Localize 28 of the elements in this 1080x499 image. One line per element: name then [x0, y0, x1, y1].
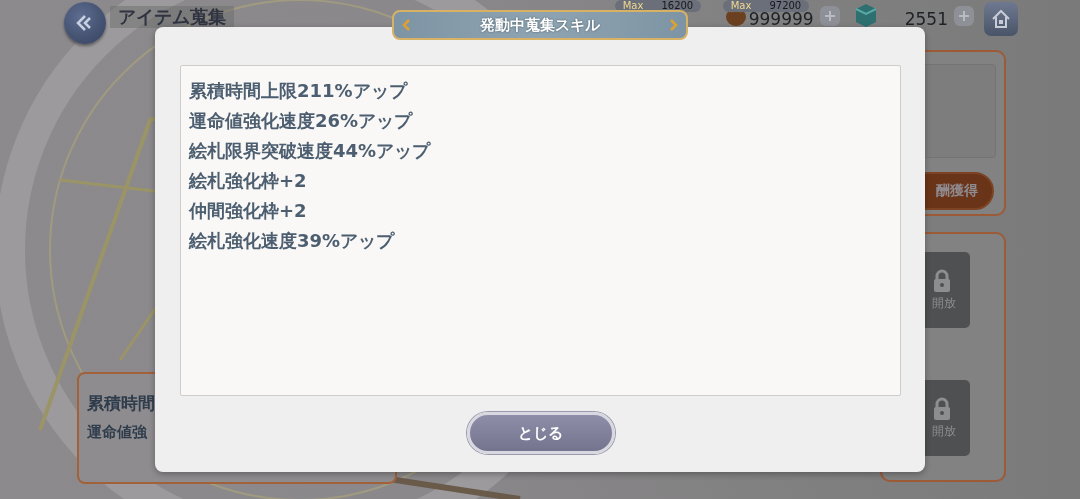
dialog-title: 発動中蒐集スキル: [392, 10, 688, 40]
skill-line: 仲間強化枠+2: [189, 199, 308, 223]
skill-line: 絵札限界突破速度44%アップ: [189, 139, 432, 163]
back-button[interactable]: [64, 2, 106, 44]
skill-line: 絵札強化枠+2: [189, 169, 308, 193]
lock-icon: [932, 396, 952, 421]
currency-amount: 999999: [748, 11, 814, 27]
skill-line: 絵札強化速度39%アップ: [189, 229, 396, 253]
screen-title: アイテム蒐集: [110, 6, 234, 28]
max-text: Max: [622, 0, 644, 12]
left-chevron-icon: [402, 19, 410, 31]
max-value: 97200: [769, 0, 802, 12]
max-value: 16200: [661, 0, 694, 12]
skill-text: 累積時間: [87, 392, 156, 415]
skill-line: 運命値強化速度26%アップ: [189, 109, 414, 133]
slot-label: 開放: [932, 294, 956, 312]
plus-icon: [823, 10, 836, 22]
currency-amount: 2551: [904, 11, 948, 27]
right-chevron-icon: [670, 19, 678, 31]
home-icon: [990, 8, 1012, 30]
max-text: Max: [730, 0, 752, 12]
skill-text: 運命値強: [87, 423, 148, 442]
lock-icon: [932, 268, 952, 293]
slot-label: 開放: [932, 422, 956, 440]
home-button[interactable]: [984, 2, 1018, 36]
skill-line: 累積時間上限211%アップ: [189, 79, 409, 103]
plus-icon: [958, 10, 970, 22]
close-button[interactable]: とじる: [466, 412, 615, 454]
